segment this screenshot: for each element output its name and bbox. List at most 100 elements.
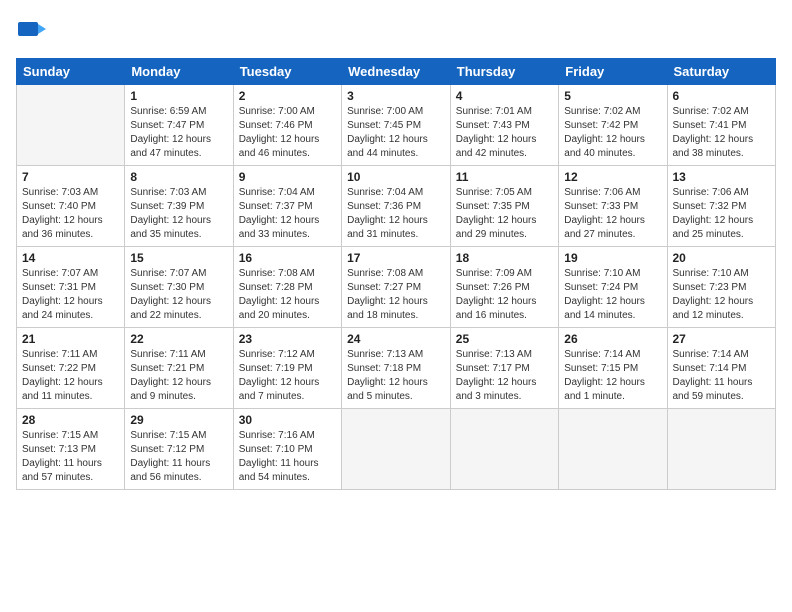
day-number: 2 bbox=[239, 89, 336, 103]
day-number: 20 bbox=[673, 251, 771, 265]
calendar-cell: 21 Sunrise: 7:11 AM Sunset: 7:22 PM Dayli… bbox=[17, 328, 125, 409]
day-info: Sunrise: 7:11 AM Sunset: 7:22 PM Dayligh… bbox=[22, 348, 119, 404]
day-number: 3 bbox=[347, 89, 445, 103]
day-header-saturday: Saturday bbox=[667, 59, 776, 85]
calendar-cell: 16Sunrise: 7:08 AM Sunset: 7:28 PM Dayli… bbox=[233, 247, 341, 328]
day-header-wednesday: Wednesday bbox=[342, 59, 451, 85]
day-info: Sunrise: 7:10 AM Sunset: 7:23 PM Dayligh… bbox=[673, 267, 771, 323]
day-info: Sunrise: 7:15 AM Sunset: 7:13 PM Dayligh… bbox=[22, 429, 119, 485]
calendar-cell bbox=[17, 85, 125, 166]
day-number: 15 bbox=[130, 251, 227, 265]
day-info: Sunrise: 7:04 AM Sunset: 7:37 PM Dayligh… bbox=[239, 186, 336, 242]
calendar-cell: 23 Sunrise: 7:12 AM Sunset: 7:19 PM Dayli… bbox=[233, 328, 341, 409]
calendar-cell: 18Sunrise: 7:09 AM Sunset: 7:26 PM Dayli… bbox=[450, 247, 558, 328]
calendar-cell: 17 Sunrise: 7:08 AM Sunset: 7:27 PM Dayli… bbox=[342, 247, 451, 328]
calendar-cell: 8 Sunrise: 7:03 AM Sunset: 7:39 PM Daylig… bbox=[125, 166, 233, 247]
logo bbox=[16, 16, 50, 48]
day-number: 6 bbox=[673, 89, 771, 103]
week-row-4: 21 Sunrise: 7:11 AM Sunset: 7:22 PM Dayli… bbox=[17, 328, 776, 409]
day-info: Sunrise: 7:00 AM Sunset: 7:45 PM Dayligh… bbox=[347, 105, 445, 161]
calendar-cell: 12Sunrise: 7:06 AM Sunset: 7:33 PM Dayli… bbox=[559, 166, 667, 247]
day-number: 17 bbox=[347, 251, 445, 265]
day-number: 27 bbox=[673, 332, 771, 346]
day-number: 9 bbox=[239, 170, 336, 184]
day-info: Sunrise: 7:10 AM Sunset: 7:24 PM Dayligh… bbox=[564, 267, 661, 323]
day-info: Sunrise: 6:59 AM Sunset: 7:47 PM Dayligh… bbox=[130, 105, 227, 161]
day-header-tuesday: Tuesday bbox=[233, 59, 341, 85]
calendar-cell: 15 Sunrise: 7:07 AM Sunset: 7:30 PM Dayli… bbox=[125, 247, 233, 328]
day-number: 18 bbox=[456, 251, 553, 265]
day-number: 24 bbox=[347, 332, 445, 346]
calendar-header-row: SundayMondayTuesdayWednesdayThursdayFrid… bbox=[17, 59, 776, 85]
day-number: 5 bbox=[564, 89, 661, 103]
week-row-3: 14Sunrise: 7:07 AM Sunset: 7:31 PM Dayli… bbox=[17, 247, 776, 328]
calendar-cell: 27 Sunrise: 7:14 AM Sunset: 7:14 PM Dayli… bbox=[667, 328, 776, 409]
day-info: Sunrise: 7:07 AM Sunset: 7:30 PM Dayligh… bbox=[130, 267, 227, 323]
day-info: Sunrise: 7:04 AM Sunset: 7:36 PM Dayligh… bbox=[347, 186, 445, 242]
day-info: Sunrise: 7:02 AM Sunset: 7:41 PM Dayligh… bbox=[673, 105, 771, 161]
calendar-cell: 25 Sunrise: 7:13 AM Sunset: 7:17 PM Dayli… bbox=[450, 328, 558, 409]
day-info: Sunrise: 7:02 AM Sunset: 7:42 PM Dayligh… bbox=[564, 105, 661, 161]
day-info: Sunrise: 7:00 AM Sunset: 7:46 PM Dayligh… bbox=[239, 105, 336, 161]
day-number: 13 bbox=[673, 170, 771, 184]
calendar-cell: 4Sunrise: 7:01 AM Sunset: 7:43 PM Daylig… bbox=[450, 85, 558, 166]
calendar-cell: 30 Sunrise: 7:16 AM Sunset: 7:10 PM Dayli… bbox=[233, 409, 341, 490]
day-info: Sunrise: 7:12 AM Sunset: 7:19 PM Dayligh… bbox=[239, 348, 336, 404]
day-number: 22 bbox=[130, 332, 227, 346]
day-info: Sunrise: 7:13 AM Sunset: 7:17 PM Dayligh… bbox=[456, 348, 553, 404]
day-number: 12 bbox=[564, 170, 661, 184]
week-row-5: 28 Sunrise: 7:15 AM Sunset: 7:13 PM Dayli… bbox=[17, 409, 776, 490]
day-number: 11 bbox=[456, 170, 553, 184]
day-number: 10 bbox=[347, 170, 445, 184]
header bbox=[16, 16, 776, 48]
calendar-table: SundayMondayTuesdayWednesdayThursdayFrid… bbox=[16, 58, 776, 490]
week-row-1: 1 Sunrise: 6:59 AM Sunset: 7:47 PM Daylig… bbox=[17, 85, 776, 166]
day-number: 26 bbox=[564, 332, 661, 346]
calendar-cell: 26 Sunrise: 7:14 AM Sunset: 7:15 PM Dayli… bbox=[559, 328, 667, 409]
day-header-thursday: Thursday bbox=[450, 59, 558, 85]
calendar-cell: 9 Sunrise: 7:04 AM Sunset: 7:37 PM Daylig… bbox=[233, 166, 341, 247]
day-number: 23 bbox=[239, 332, 336, 346]
day-number: 30 bbox=[239, 413, 336, 427]
calendar-cell: 3 Sunrise: 7:00 AM Sunset: 7:45 PM Daylig… bbox=[342, 85, 451, 166]
day-number: 1 bbox=[130, 89, 227, 103]
day-info: Sunrise: 7:06 AM Sunset: 7:32 PM Dayligh… bbox=[673, 186, 771, 242]
day-number: 28 bbox=[22, 413, 119, 427]
calendar-cell: 13 Sunrise: 7:06 AM Sunset: 7:32 PM Dayli… bbox=[667, 166, 776, 247]
day-header-sunday: Sunday bbox=[17, 59, 125, 85]
calendar-cell: 5 Sunrise: 7:02 AM Sunset: 7:42 PM Daylig… bbox=[559, 85, 667, 166]
calendar-cell: 29 Sunrise: 7:15 AM Sunset: 7:12 PM Dayli… bbox=[125, 409, 233, 490]
calendar-cell: 10 Sunrise: 7:04 AM Sunset: 7:36 PM Dayli… bbox=[342, 166, 451, 247]
calendar-cell: 6 Sunrise: 7:02 AM Sunset: 7:41 PM Daylig… bbox=[667, 85, 776, 166]
day-info: Sunrise: 7:13 AM Sunset: 7:18 PM Dayligh… bbox=[347, 348, 445, 404]
calendar-cell: 11Sunrise: 7:05 AM Sunset: 7:35 PM Dayli… bbox=[450, 166, 558, 247]
day-info: Sunrise: 7:16 AM Sunset: 7:10 PM Dayligh… bbox=[239, 429, 336, 485]
calendar-cell: 24 Sunrise: 7:13 AM Sunset: 7:18 PM Dayli… bbox=[342, 328, 451, 409]
day-info: Sunrise: 7:11 AM Sunset: 7:21 PM Dayligh… bbox=[130, 348, 227, 404]
day-info: Sunrise: 7:14 AM Sunset: 7:15 PM Dayligh… bbox=[564, 348, 661, 404]
day-number: 19 bbox=[564, 251, 661, 265]
day-number: 21 bbox=[22, 332, 119, 346]
logo-icon bbox=[16, 16, 48, 48]
calendar-cell: 14Sunrise: 7:07 AM Sunset: 7:31 PM Dayli… bbox=[17, 247, 125, 328]
day-number: 29 bbox=[130, 413, 227, 427]
calendar-cell bbox=[450, 409, 558, 490]
day-number: 14 bbox=[22, 251, 119, 265]
day-header-monday: Monday bbox=[125, 59, 233, 85]
day-info: Sunrise: 7:15 AM Sunset: 7:12 PM Dayligh… bbox=[130, 429, 227, 485]
calendar-cell bbox=[342, 409, 451, 490]
calendar-cell: 20 Sunrise: 7:10 AM Sunset: 7:23 PM Dayli… bbox=[667, 247, 776, 328]
calendar-cell: 7Sunrise: 7:03 AM Sunset: 7:40 PM Daylig… bbox=[17, 166, 125, 247]
day-info: Sunrise: 7:14 AM Sunset: 7:14 PM Dayligh… bbox=[673, 348, 771, 404]
calendar-cell: 2 Sunrise: 7:00 AM Sunset: 7:46 PM Daylig… bbox=[233, 85, 341, 166]
week-row-2: 7Sunrise: 7:03 AM Sunset: 7:40 PM Daylig… bbox=[17, 166, 776, 247]
day-info: Sunrise: 7:03 AM Sunset: 7:39 PM Dayligh… bbox=[130, 186, 227, 242]
calendar-cell bbox=[559, 409, 667, 490]
calendar-cell: 1 Sunrise: 6:59 AM Sunset: 7:47 PM Daylig… bbox=[125, 85, 233, 166]
day-info: Sunrise: 7:08 AM Sunset: 7:27 PM Dayligh… bbox=[347, 267, 445, 323]
day-number: 25 bbox=[456, 332, 553, 346]
day-info: Sunrise: 7:08 AM Sunset: 7:28 PM Dayligh… bbox=[239, 267, 336, 323]
day-number: 8 bbox=[130, 170, 227, 184]
calendar-cell bbox=[667, 409, 776, 490]
calendar-cell: 28 Sunrise: 7:15 AM Sunset: 7:13 PM Dayli… bbox=[17, 409, 125, 490]
